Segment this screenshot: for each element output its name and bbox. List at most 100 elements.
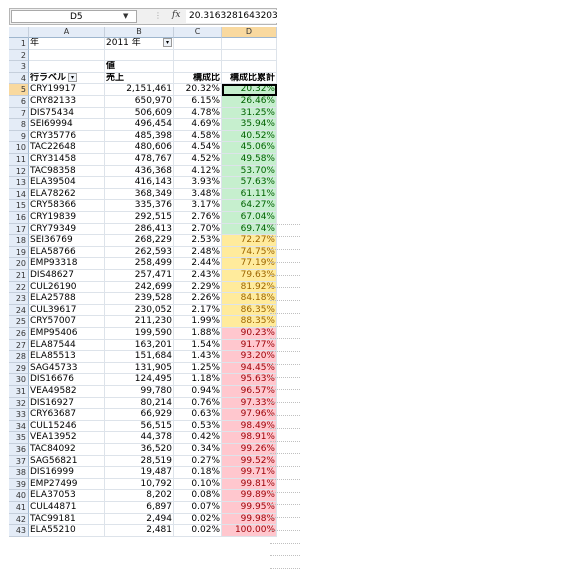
cell-a[interactable]: CUL15246 <box>29 420 105 433</box>
cell-a[interactable]: CRY19839 <box>29 212 105 224</box>
cell-b[interactable]: 151,684 <box>105 351 174 363</box>
cell-d[interactable]: 31.25% <box>222 107 277 120</box>
cell-a[interactable]: SAG45733 <box>29 362 105 375</box>
row-header[interactable]: 35 <box>9 432 29 444</box>
row-header[interactable]: 24 <box>9 304 29 317</box>
row-header[interactable]: 10 <box>9 142 29 154</box>
cell-d[interactable]: 61.11% <box>222 188 277 201</box>
row-header[interactable]: 22 <box>9 281 29 294</box>
cell-c[interactable]: 2.53% <box>174 235 222 247</box>
cell-a[interactable]: DIS16927 <box>29 397 105 410</box>
cell-b[interactable]: 496,454 <box>105 119 174 131</box>
cell-a[interactable]: CRY63687 <box>29 409 105 421</box>
cell-d[interactable]: 95.63% <box>222 374 277 386</box>
cell-c[interactable]: 3.93% <box>174 177 222 189</box>
cell-b[interactable]: 99,780 <box>105 386 174 398</box>
cell-c[interactable]: 0.02% <box>174 525 222 537</box>
cell-b[interactable]: 28,519 <box>105 455 174 468</box>
cell-d[interactable]: 74.75% <box>222 246 277 259</box>
cell-d[interactable]: 93.20% <box>222 351 277 363</box>
cell-d[interactable]: 94.45% <box>222 362 277 375</box>
cell-c[interactable]: 0.10% <box>174 478 222 491</box>
cell-a[interactable]: CUL39617 <box>29 304 105 317</box>
row-header[interactable]: 43 <box>9 525 29 537</box>
cell-a[interactable]: EMP27499 <box>29 478 105 491</box>
row-header[interactable]: 2 <box>9 49 29 62</box>
cell-d[interactable]: 98.49% <box>222 420 277 433</box>
cell-a[interactable] <box>29 61 105 73</box>
cell-a[interactable]: CUL26190 <box>29 281 105 294</box>
row-header[interactable]: 19 <box>9 246 29 259</box>
cell-c[interactable]: 2.70% <box>174 223 222 236</box>
cell-a[interactable]: DIS48627 <box>29 270 105 282</box>
cell-a[interactable]: TAC98358 <box>29 165 105 178</box>
cell-a[interactable]: ELA58766 <box>29 246 105 259</box>
cell-a[interactable]: CRY19917 <box>29 84 105 96</box>
cell-b[interactable]: 80,214 <box>105 397 174 410</box>
cell-b[interactable]: 199,590 <box>105 328 174 340</box>
cell-b[interactable]: 6,897 <box>105 502 174 514</box>
cell-d[interactable]: 96.57% <box>222 386 277 398</box>
cell-b[interactable]: 262,593 <box>105 246 174 259</box>
cell-b[interactable]: 436,368 <box>105 165 174 178</box>
cell-d[interactable] <box>222 38 277 50</box>
cell-a[interactable] <box>29 49 105 62</box>
cell-c[interactable]: 1.88% <box>174 328 222 340</box>
filter-dropdown-icon[interactable]: ▾ <box>163 38 172 47</box>
row-header[interactable]: 8 <box>9 119 29 131</box>
cell-d[interactable] <box>222 61 277 73</box>
cell-d[interactable]: 88.35% <box>222 316 277 328</box>
row-header[interactable]: 1 <box>9 38 29 50</box>
column-header-c[interactable]: C <box>174 27 222 38</box>
cell-b[interactable]: 163,201 <box>105 339 174 352</box>
cell-b[interactable]: 10,792 <box>105 478 174 491</box>
row-header[interactable]: 42 <box>9 513 29 526</box>
row-header[interactable]: 20 <box>9 258 29 270</box>
cell-c[interactable]: 1.54% <box>174 339 222 352</box>
row-header[interactable]: 34 <box>9 420 29 433</box>
cell-d[interactable]: 97.96% <box>222 409 277 421</box>
cell-d[interactable]: 99.98% <box>222 513 277 526</box>
row-header[interactable]: 3 <box>9 61 29 73</box>
formula-input[interactable]: 20.3163281643203% <box>186 10 277 23</box>
row-header[interactable]: 14 <box>9 188 29 201</box>
cell-b[interactable]: 56,515 <box>105 420 174 433</box>
cell-d[interactable]: 90.23% <box>222 328 277 340</box>
cell-c[interactable]: 4.12% <box>174 165 222 178</box>
cell-a[interactable]: SAG56821 <box>29 455 105 468</box>
row-header[interactable]: 5 <box>9 84 29 96</box>
cell-b[interactable]: 257,471 <box>105 270 174 282</box>
cell-d[interactable]: 64.27% <box>222 200 277 212</box>
row-header[interactable]: 29 <box>9 362 29 375</box>
row-header[interactable]: 16 <box>9 212 29 224</box>
cell-b[interactable]: 124,495 <box>105 374 174 386</box>
cell-c[interactable]: 0.63% <box>174 409 222 421</box>
row-header[interactable]: 9 <box>9 130 29 143</box>
cell-c[interactable]: 2.48% <box>174 246 222 259</box>
row-header[interactable]: 15 <box>9 200 29 212</box>
cell-c[interactable]: 3.48% <box>174 188 222 201</box>
cell-b[interactable]: 44,378 <box>105 432 174 444</box>
column-header-b[interactable]: B <box>105 27 174 38</box>
cell-b[interactable]: 268,229 <box>105 235 174 247</box>
cell-c[interactable] <box>174 38 222 50</box>
cell-d[interactable]: 67.04% <box>222 212 277 224</box>
cell-b[interactable]: 335,376 <box>105 200 174 212</box>
row-header[interactable]: 39 <box>9 478 29 491</box>
row-header[interactable]: 40 <box>9 490 29 502</box>
cell-d[interactable]: 69.74% <box>222 223 277 236</box>
cell-a[interactable]: ELA85513 <box>29 351 105 363</box>
row-header[interactable]: 6 <box>9 96 29 108</box>
cell-c[interactable]: 4.52% <box>174 154 222 166</box>
cell-b[interactable]: 416,143 <box>105 177 174 189</box>
row-header[interactable]: 4 <box>9 72 29 85</box>
cell-a[interactable]: CRY82133 <box>29 96 105 108</box>
row-header[interactable]: 21 <box>9 270 29 282</box>
cell-d[interactable]: 53.70% <box>222 165 277 178</box>
cell-b[interactable]: 480,606 <box>105 142 174 154</box>
cell-b[interactable]: 286,413 <box>105 223 174 236</box>
cell-d[interactable]: 49.58% <box>222 154 277 166</box>
cell-a[interactable]: SEI36769 <box>29 235 105 247</box>
cell-b[interactable]: 292,515 <box>105 212 174 224</box>
cell-b[interactable]: 258,499 <box>105 258 174 270</box>
